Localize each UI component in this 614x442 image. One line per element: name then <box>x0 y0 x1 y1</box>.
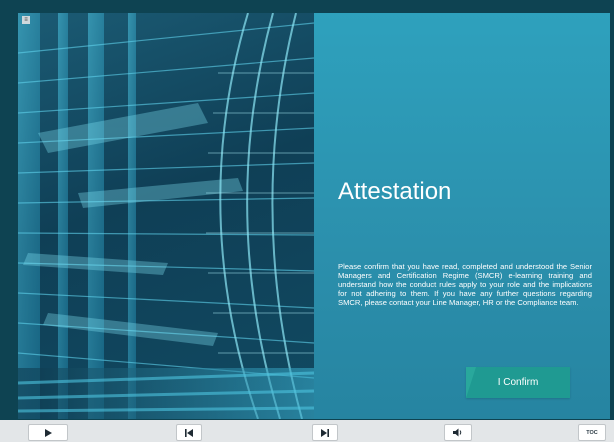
i-confirm-button[interactable]: I Confirm <box>466 367 570 398</box>
page-title: Attestation <box>338 178 452 205</box>
player-controls: TOC <box>0 420 614 442</box>
volume-button[interactable] <box>444 424 472 441</box>
toc-button[interactable]: TOC <box>578 424 606 441</box>
i-confirm-label: I Confirm <box>497 377 539 388</box>
attestation-text: Please confirm that you have read, compl… <box>338 262 592 307</box>
architecture-image: ≡ <box>18 13 314 419</box>
toc-label: TOC <box>586 429 598 436</box>
skip-forward-icon <box>321 428 329 437</box>
next-button[interactable] <box>312 424 338 441</box>
menu-icon[interactable]: ≡ <box>22 16 30 24</box>
play-button[interactable] <box>28 424 68 441</box>
previous-button[interactable] <box>176 424 202 441</box>
play-icon <box>45 428 52 437</box>
volume-icon <box>453 428 462 437</box>
skip-back-icon <box>185 428 193 437</box>
content-panel: Attestation Please confirm that you have… <box>314 13 610 419</box>
slide: ≡ Attestation Please confirm that you ha… <box>18 13 610 419</box>
